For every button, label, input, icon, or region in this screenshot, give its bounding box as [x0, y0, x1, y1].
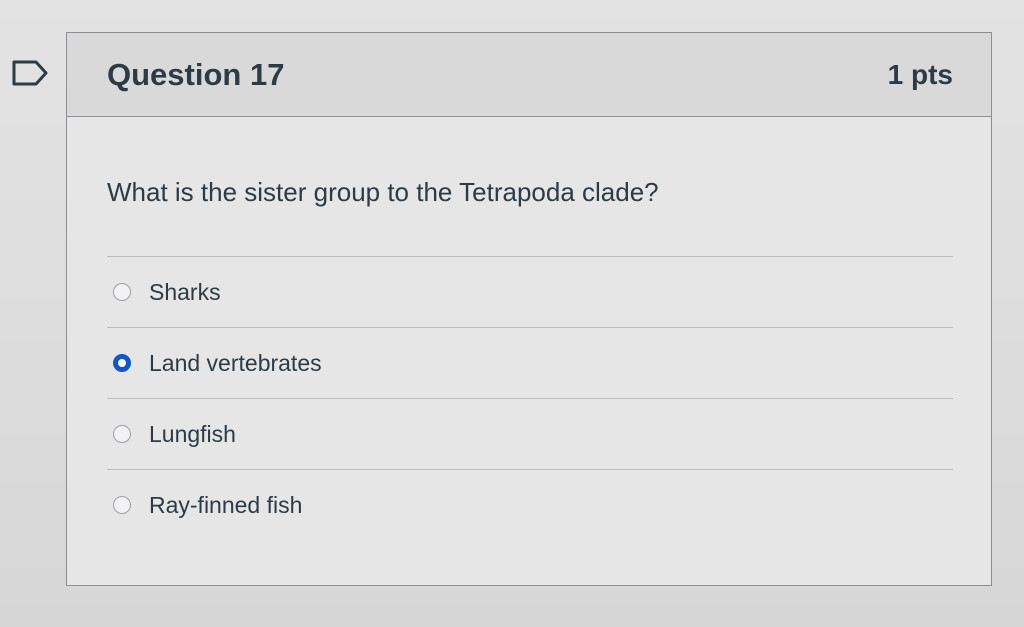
radio-button[interactable] [113, 283, 131, 301]
answer-option[interactable]: Ray-finned fish [107, 469, 953, 540]
answer-label[interactable]: Sharks [149, 279, 221, 306]
answer-option[interactable]: Sharks [107, 256, 953, 327]
question-card: Question 17 1 pts What is the sister gro… [66, 32, 992, 586]
radio-button[interactable] [113, 354, 131, 372]
question-text: What is the sister group to the Tetrapod… [107, 177, 659, 207]
question-header: Question 17 1 pts [67, 33, 991, 117]
answer-label[interactable]: Ray-finned fish [149, 492, 302, 519]
answer-label[interactable]: Land vertebrates [149, 350, 322, 377]
answer-option[interactable]: Lungfish [107, 398, 953, 469]
radio-button[interactable] [113, 425, 131, 443]
answer-label[interactable]: Lungfish [149, 421, 236, 448]
points-label: 1 pts [887, 58, 953, 90]
answer-list: Sharks Land vertebrates Lungfish Ray-fin… [107, 256, 953, 540]
answer-option[interactable]: Land vertebrates [107, 327, 953, 398]
question-body: What is the sister group to the Tetrapod… [67, 117, 991, 540]
radio-button[interactable] [113, 496, 131, 514]
flag-outline-icon[interactable] [12, 60, 48, 86]
question-title: Question 17 [107, 56, 285, 92]
